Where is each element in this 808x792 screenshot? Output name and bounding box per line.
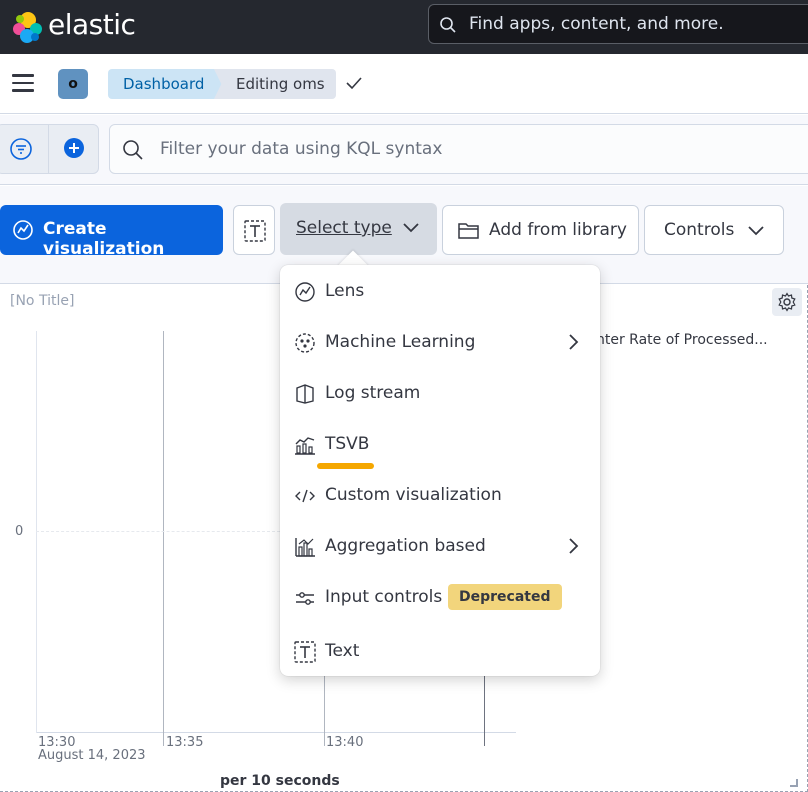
search-icon	[123, 140, 143, 160]
y-axis-tick: 0	[15, 524, 24, 539]
x-axis-tick: 13:40	[326, 735, 364, 750]
x-axis-title: per 10 seconds	[220, 773, 340, 789]
tsvb-icon	[295, 437, 315, 455]
search-icon	[440, 17, 456, 33]
menu-item-log-stream[interactable]: Log stream	[280, 371, 600, 415]
space-avatar[interactable]: o	[58, 69, 88, 99]
controls-button[interactable]: Controls	[644, 205, 784, 255]
breadcrumb-bar: o Dashboard Editing oms	[0, 54, 808, 114]
menu-item-aggregation-based[interactable]: Aggregation based	[280, 524, 600, 568]
lens-icon	[295, 282, 315, 302]
brand-name: elastic	[48, 8, 136, 41]
breadcrumb-editing: Editing oms	[214, 69, 336, 99]
menu-item-lens[interactable]: Lens	[280, 269, 600, 313]
global-search-input[interactable]: Find apps, content, and more.	[428, 4, 808, 44]
menu-item-text[interactable]: Text	[280, 629, 600, 673]
panel-resize-handle[interactable]	[790, 779, 798, 787]
global-header: elastic Find apps, content, and more.	[0, 0, 808, 54]
panel-title: [No Title]	[10, 293, 75, 309]
x-axis-date: August 14, 2023	[38, 748, 146, 763]
filter-button-group	[0, 124, 99, 174]
log-stream-icon	[296, 384, 314, 404]
menu-item-tsvb[interactable]: TSVB	[280, 422, 600, 466]
aggregation-icon	[295, 538, 315, 557]
select-type-menu: Lens Machine Learning Log stream TSVB Cu…	[280, 265, 600, 676]
add-text-panel-button[interactable]	[233, 205, 275, 255]
breadcrumb-dashboard[interactable]: Dashboard	[108, 69, 223, 99]
select-type-button[interactable]: Select type	[280, 203, 437, 255]
global-search-placeholder: Find apps, content, and more.	[469, 14, 724, 34]
chevron-right-icon	[569, 538, 579, 554]
machine-learning-icon	[295, 333, 315, 353]
text-icon	[244, 220, 266, 242]
menu-item-input-controls[interactable]: Input controls Deprecated	[280, 575, 600, 619]
filter-icon[interactable]	[9, 137, 33, 161]
deprecated-badge: Deprecated	[448, 584, 562, 610]
chevron-down-icon	[403, 223, 419, 233]
create-visualization-button[interactable]: Create visualization	[0, 205, 223, 259]
query-bar: Filter your data using KQL syntax	[0, 115, 808, 185]
visualize-icon	[13, 220, 33, 240]
chevron-right-icon	[569, 334, 579, 350]
menu-item-machine-learning[interactable]: Machine Learning	[280, 320, 600, 364]
legend-item[interactable]: nter Rate of Processed...	[596, 332, 768, 348]
add-from-library-button[interactable]: Add from library	[442, 205, 639, 255]
panel-options-button[interactable]	[772, 288, 802, 316]
input-controls-icon	[296, 592, 314, 605]
gear-icon	[778, 292, 796, 312]
menu-hamburger-icon[interactable]	[12, 74, 34, 92]
elastic-logo-icon[interactable]	[8, 7, 48, 47]
kql-search-input[interactable]: Filter your data using KQL syntax	[109, 124, 808, 174]
code-icon	[295, 489, 315, 503]
highlight-underline	[317, 463, 374, 469]
text-icon	[294, 641, 316, 663]
kql-placeholder: Filter your data using KQL syntax	[160, 139, 443, 159]
chevron-down-icon	[748, 226, 764, 236]
check-icon[interactable]	[345, 74, 363, 92]
folder-icon	[458, 223, 479, 239]
x-axis-tick: 13:35	[166, 735, 204, 750]
menu-item-custom-visualization[interactable]: Custom visualization	[280, 473, 600, 517]
add-filter-icon[interactable]	[63, 137, 85, 159]
